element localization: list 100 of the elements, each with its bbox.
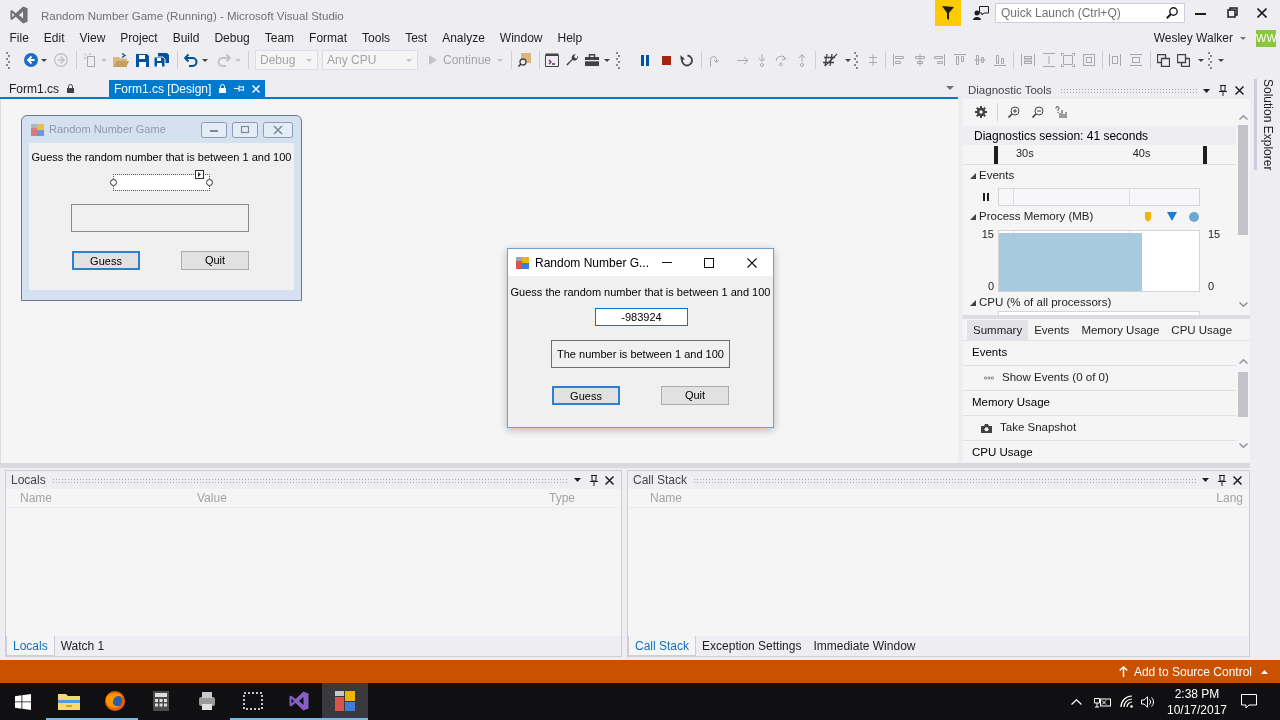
scroll-down-icon[interactable] xyxy=(1238,302,1248,307)
input-field[interactable] xyxy=(114,175,209,190)
document-tab[interactable]: Form1.cs xyxy=(4,80,79,97)
menu-item[interactable]: Tools xyxy=(354,30,398,47)
caret-icon[interactable] xyxy=(574,478,581,482)
panel-tab[interactable]: Summary xyxy=(967,319,1029,340)
stop-icon[interactable] xyxy=(662,55,672,65)
menu-item[interactable]: Team xyxy=(257,30,302,47)
guess-input-field[interactable]: -983924 xyxy=(595,308,688,326)
menu-item[interactable]: Help xyxy=(550,30,590,47)
menu-item[interactable]: Project xyxy=(112,30,166,47)
clock-time[interactable]: 2:38 PM xyxy=(1174,685,1220,702)
clock-date[interactable]: 10/17/2017 xyxy=(1166,701,1228,718)
folder-icon[interactable] xyxy=(113,53,129,67)
undo-icon[interactable] xyxy=(184,53,198,67)
side-tab[interactable]: Solution Explorer xyxy=(1253,79,1277,171)
resize-handle-icon[interactable] xyxy=(110,179,117,186)
caret-icon[interactable] xyxy=(845,58,852,62)
notification-icon[interactable] xyxy=(1241,694,1257,709)
scroll-up-icon[interactable] xyxy=(1238,115,1248,120)
menu-item[interactable]: View xyxy=(72,30,113,47)
chevron-up-icon[interactable] xyxy=(1071,698,1082,705)
menu-item[interactable]: Test xyxy=(397,30,435,47)
resize-handle-icon[interactable] xyxy=(206,179,213,186)
taskbar-button[interactable] xyxy=(322,683,368,720)
toolbox-icon[interactable] xyxy=(585,54,600,66)
close-icon[interactable] xyxy=(1235,86,1244,95)
menu-item[interactable]: File xyxy=(2,30,37,47)
settings-icon[interactable] xyxy=(975,106,987,118)
restart-icon[interactable] xyxy=(680,53,694,67)
close-icon[interactable] xyxy=(1257,8,1267,18)
form-button[interactable]: Guess xyxy=(72,251,140,270)
expander-icon[interactable] xyxy=(970,173,976,179)
back-icon[interactable] xyxy=(24,53,38,67)
caret-icon[interactable] xyxy=(41,58,47,62)
account-name[interactable]: Wesley Walker xyxy=(1153,30,1233,47)
menu-item[interactable]: Debug xyxy=(206,30,258,47)
bring-to-front-icon[interactable] xyxy=(1157,53,1171,67)
panel-tab[interactable]: Exception Settings xyxy=(696,636,808,656)
expander-icon[interactable] xyxy=(970,213,976,220)
grip-icon[interactable] xyxy=(6,51,10,69)
caret-icon[interactable] xyxy=(604,58,611,62)
panel-tab[interactable]: Watch 1 xyxy=(54,636,111,656)
find-in-files-icon[interactable] xyxy=(518,53,532,67)
lock-icon[interactable] xyxy=(67,84,74,93)
timeline-handle[interactable] xyxy=(1202,145,1207,164)
panel-tab[interactable]: Memory Usage xyxy=(1075,319,1166,340)
menu-item[interactable]: Build xyxy=(165,30,207,47)
caret-icon[interactable] xyxy=(1218,58,1225,62)
panel-tab[interactable]: Immediate Window xyxy=(807,636,922,656)
feedback-icon[interactable] xyxy=(973,6,989,20)
pause-icon[interactable] xyxy=(983,192,989,201)
send-to-back-icon[interactable] xyxy=(1177,53,1191,67)
document-tab[interactable]: Form1.cs [Design] xyxy=(109,80,266,97)
grip-icon[interactable] xyxy=(616,51,621,69)
hash-icon[interactable] xyxy=(823,53,839,67)
take-snapshot-button[interactable]: Take Snapshot xyxy=(981,419,1077,437)
chart-help-icon[interactable] xyxy=(1055,106,1067,118)
smart-tag-icon[interactable] xyxy=(195,170,204,179)
network-icon[interactable] xyxy=(1094,695,1111,708)
save-all-icon[interactable] xyxy=(154,53,169,67)
menu-item[interactable]: Analyze xyxy=(434,30,493,47)
maximize-icon[interactable] xyxy=(704,257,714,268)
wifi-icon[interactable] xyxy=(1120,695,1135,708)
caret-icon[interactable] xyxy=(1203,88,1210,93)
wrench-icon[interactable] xyxy=(566,53,579,67)
funnel-icon[interactable] xyxy=(935,0,961,26)
zoom-out-icon[interactable] xyxy=(1032,106,1044,118)
caret-icon[interactable] xyxy=(1198,58,1205,62)
form-button[interactable]: Quit xyxy=(181,251,249,270)
minimize-icon[interactable] xyxy=(201,121,227,138)
pin-icon[interactable] xyxy=(1219,85,1227,96)
menu-item[interactable]: Window xyxy=(492,30,551,47)
panel-tab[interactable]: Events xyxy=(1028,319,1076,340)
window-icon[interactable] xyxy=(545,53,560,67)
scroll-up-icon[interactable] xyxy=(1238,359,1248,364)
lock-icon[interactable] xyxy=(219,84,227,93)
grip-icon[interactable] xyxy=(1208,51,1213,69)
close-icon[interactable] xyxy=(605,475,614,485)
zoom-in-icon[interactable] xyxy=(1008,106,1020,118)
windows-logo-icon[interactable] xyxy=(15,693,31,710)
expander-icon[interactable] xyxy=(970,300,976,306)
pause-icon[interactable] xyxy=(641,54,650,66)
close-icon[interactable] xyxy=(1233,475,1242,485)
menu-item[interactable]: Edit xyxy=(36,30,73,47)
pin-icon[interactable] xyxy=(1218,474,1226,486)
form-button[interactable]: Quit xyxy=(661,386,729,405)
panel-tab[interactable]: Locals xyxy=(6,636,55,656)
grip-icon[interactable] xyxy=(854,51,859,69)
add-to-source-control-button[interactable]: Add to Source Control xyxy=(1118,660,1268,683)
volume-icon[interactable] xyxy=(1141,695,1155,708)
restore-icon[interactable] xyxy=(1227,7,1238,18)
caret-icon[interactable] xyxy=(202,58,208,62)
form-button[interactable]: Guess xyxy=(552,386,620,405)
show-events-link[interactable]: Show Events (0 of 0) xyxy=(984,369,1109,387)
quick-launch-field[interactable]: Quick Launch (Ctrl+Q) xyxy=(995,3,1185,23)
panel-tab[interactable]: CPU Usage xyxy=(1165,319,1239,340)
panel-tab[interactable]: Call Stack xyxy=(628,636,697,656)
save-icon[interactable] xyxy=(136,53,149,67)
caret-icon[interactable] xyxy=(1202,478,1209,482)
